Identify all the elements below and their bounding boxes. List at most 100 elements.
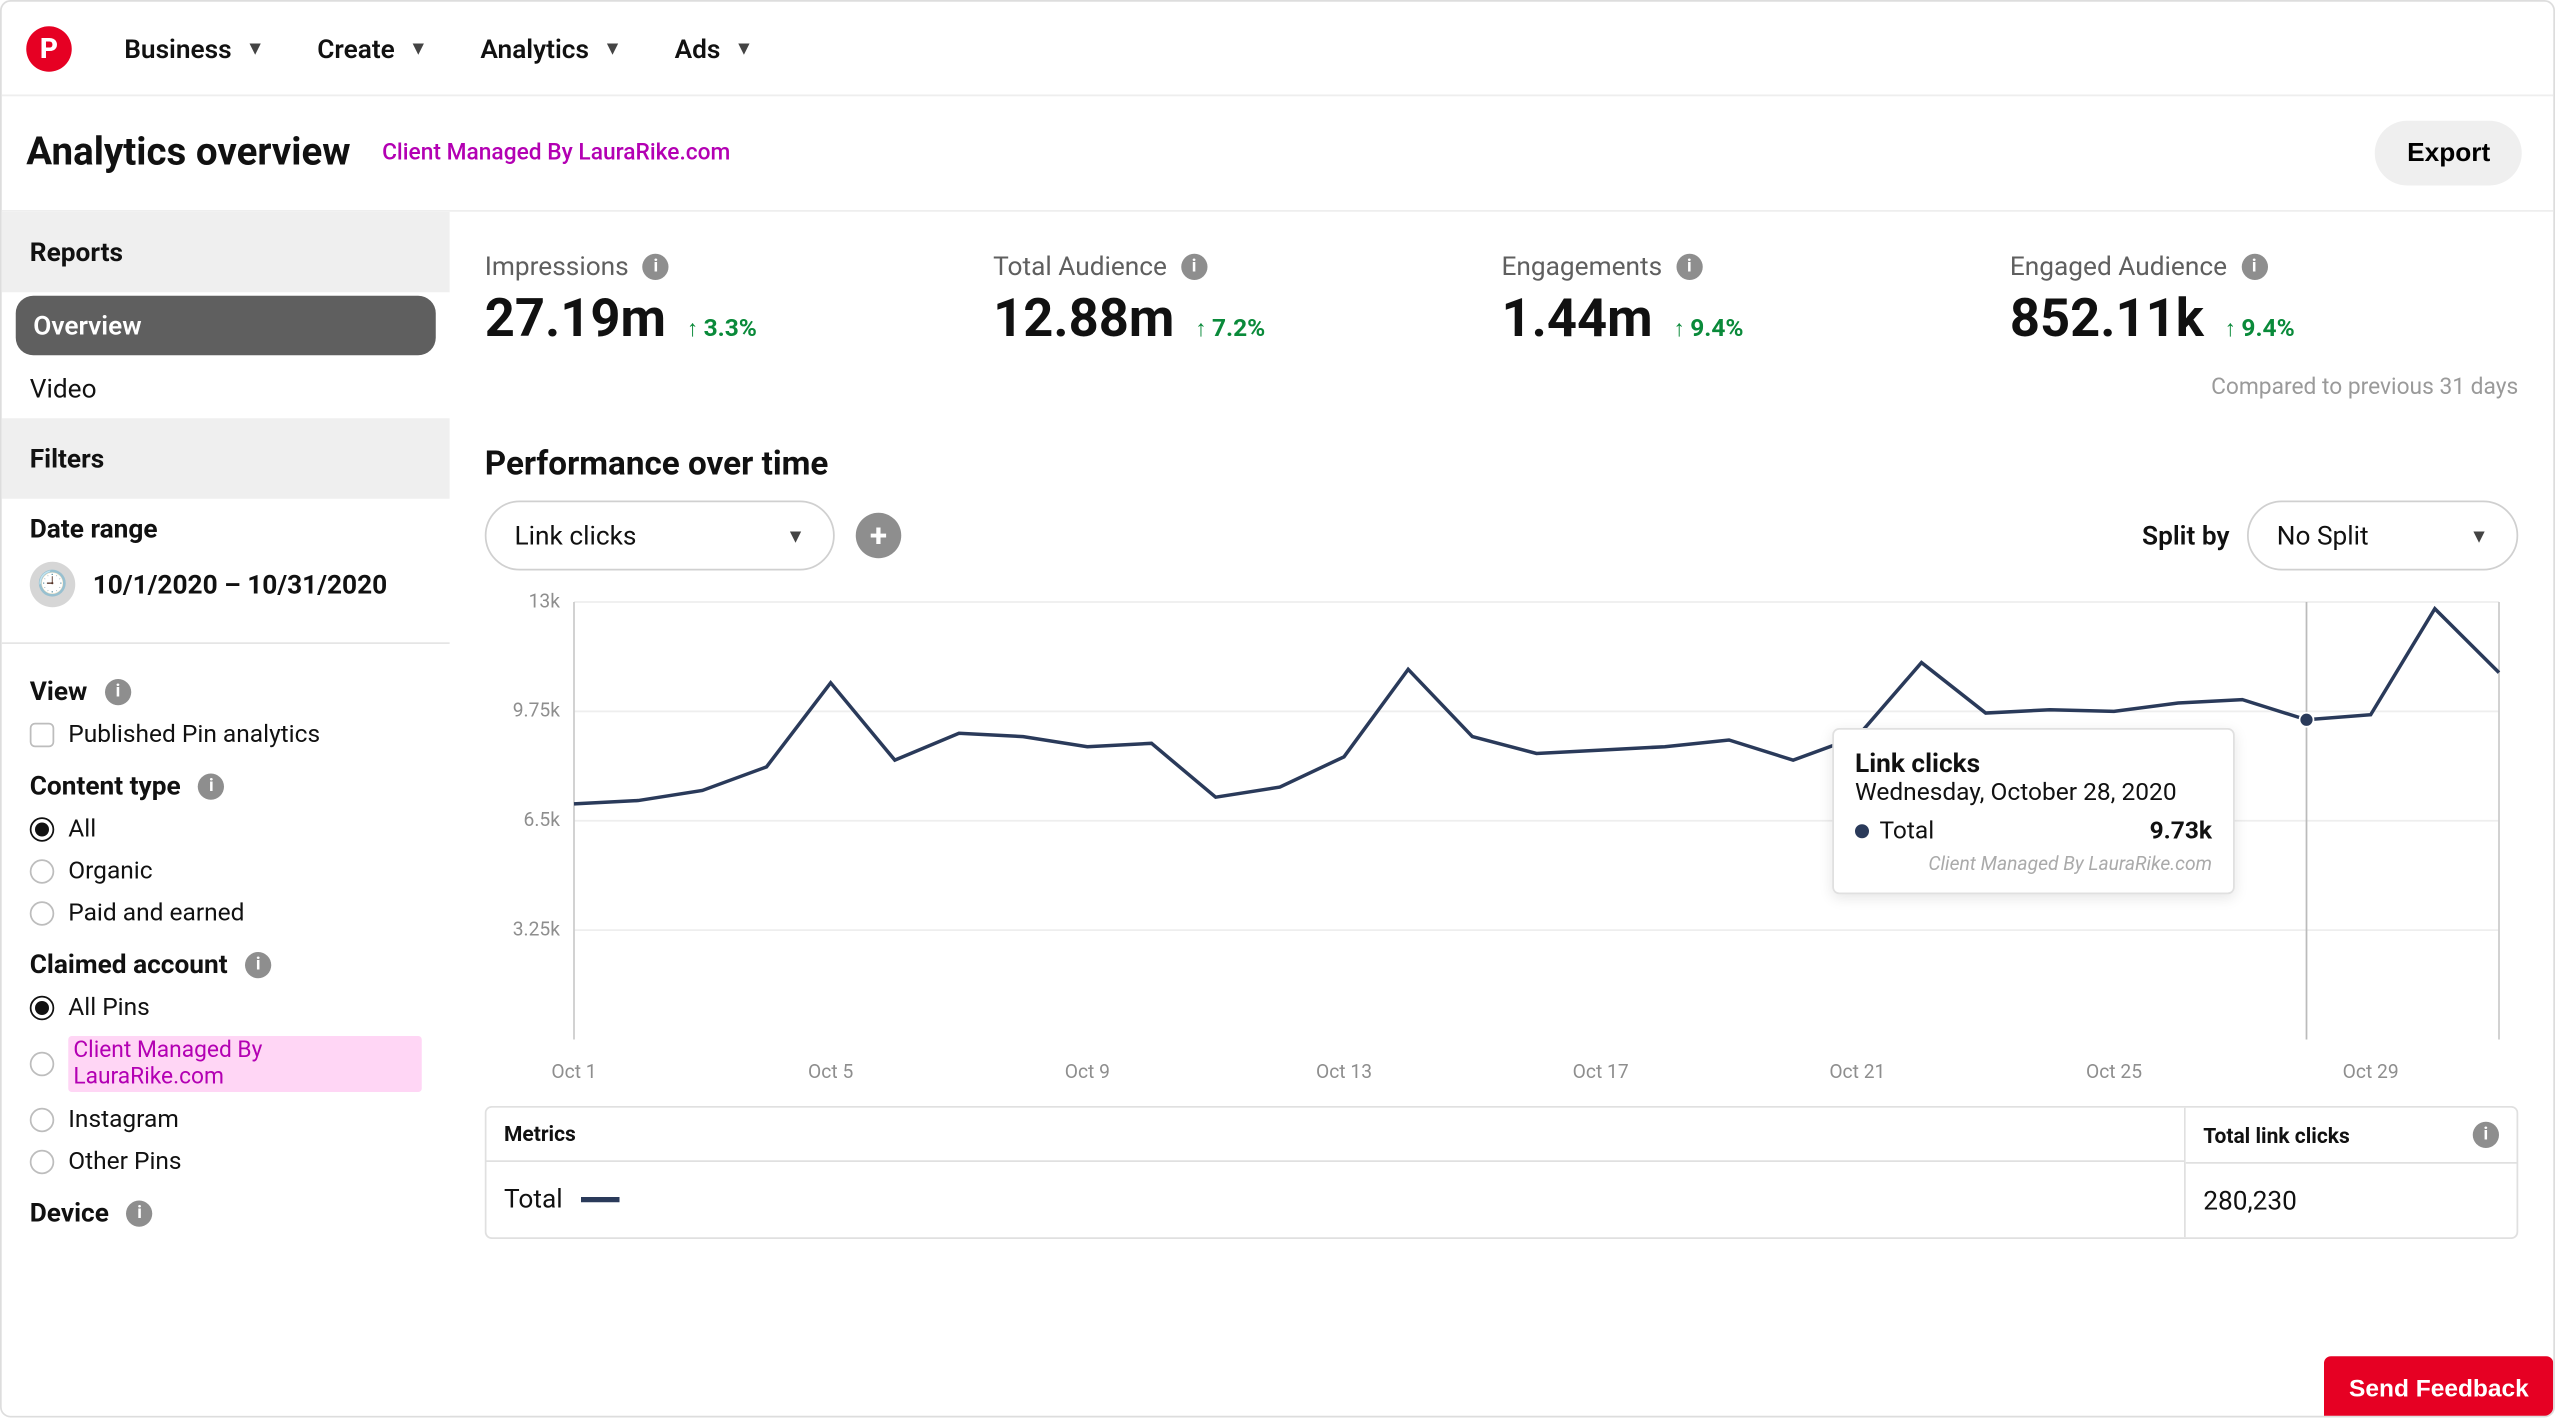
device-label: Device i	[2, 1183, 450, 1236]
clock-icon: 🕘	[30, 562, 76, 608]
metrics-row: Impressionsi 27.19m ↑3.3% Total Audience…	[450, 212, 2554, 371]
send-feedback-button[interactable]: Send Feedback	[2325, 1356, 2554, 1417]
nav-ads[interactable]: Ads ▼	[675, 32, 754, 64]
checkbox-published-pin[interactable]: Published Pin analytics	[2, 714, 450, 756]
chevron-down-icon: ▼	[246, 37, 265, 60]
svg-text:13k: 13k	[529, 589, 561, 612]
radio-icon	[30, 817, 55, 842]
date-range-value: 10/1/2020 – 10/31/2020	[93, 569, 387, 601]
metrics-table: Metrics Total Total link clicks i 280,23…	[485, 1106, 2519, 1239]
radio-icon	[30, 1150, 55, 1175]
sidebar-reports-header: Reports	[2, 212, 450, 293]
radio-content-all[interactable]: All	[2, 809, 450, 851]
metric-total-audience[interactable]: Total Audiencei 12.88m ↑7.2%	[993, 250, 1501, 350]
table-row: Total	[487, 1162, 2185, 1236]
radio-claimed-instagram[interactable]: Instagram	[2, 1099, 450, 1141]
info-icon[interactable]: i	[245, 951, 271, 977]
top-nav: P Business ▼ Create ▼ Analytics ▼ Ads ▼	[2, 2, 2554, 97]
table-head-total: Total link clicks i	[2186, 1108, 2517, 1164]
claimed-account-label: Claimed account i	[2, 935, 450, 988]
chevron-down-icon: ▼	[734, 37, 753, 60]
metric-value: 1.44m	[1502, 289, 1653, 350]
main-content: Impressionsi 27.19m ↑3.3% Total Audience…	[450, 212, 2554, 1418]
table-row-value: 280,230	[2186, 1164, 2517, 1238]
nav-business[interactable]: Business ▼	[124, 32, 264, 64]
info-icon[interactable]: i	[2241, 253, 2267, 279]
page-title: Analytics overview	[26, 131, 350, 175]
arrow-up-icon: ↑	[687, 315, 698, 343]
series-dot-icon	[1855, 824, 1869, 838]
svg-text:Oct 21: Oct 21	[1829, 1060, 1885, 1083]
chart-controls: Link clicks ▼ + Split by No Split ▼	[450, 501, 2554, 585]
svg-text:3.25k: 3.25k	[513, 917, 561, 940]
chevron-down-icon: ▼	[603, 37, 622, 60]
nav-ads-label: Ads	[675, 32, 721, 64]
info-icon[interactable]: i	[643, 253, 669, 279]
info-icon[interactable]: i	[126, 1200, 152, 1226]
radio-content-organic[interactable]: Organic	[2, 851, 450, 893]
svg-text:Oct 29: Oct 29	[2343, 1060, 2399, 1083]
chevron-down-icon: ▼	[786, 524, 805, 547]
chevron-down-icon: ▼	[409, 37, 428, 60]
nav-analytics-label: Analytics	[480, 32, 589, 64]
radio-icon	[30, 996, 55, 1021]
sidebar-item-video[interactable]: Video	[2, 359, 450, 419]
metric-value: 852.11k	[2010, 289, 2204, 350]
radio-icon	[30, 859, 55, 884]
radio-claimed-other[interactable]: Other Pins	[2, 1141, 450, 1183]
radio-icon	[30, 1108, 55, 1133]
svg-text:6.5k: 6.5k	[524, 808, 561, 831]
metric-engaged-audience[interactable]: Engaged Audiencei 852.11k ↑9.4%	[2010, 250, 2518, 350]
info-icon[interactable]: i	[2473, 1122, 2499, 1148]
legend-line-icon	[580, 1196, 619, 1201]
split-dropdown[interactable]: No Split ▼	[2247, 501, 2518, 571]
info-icon[interactable]: i	[105, 678, 131, 704]
performance-title: Performance over time	[450, 418, 2554, 500]
chart-container: 13k9.75k6.5k3.25kOct 1Oct 5Oct 9Oct 13Oc…	[485, 585, 2519, 1093]
nav-analytics[interactable]: Analytics ▼	[480, 32, 622, 64]
sidebar-filters-header: Filters	[2, 418, 450, 499]
checkbox-icon	[30, 723, 55, 748]
radio-icon	[30, 1052, 54, 1077]
arrow-up-icon: ↑	[1674, 315, 1685, 343]
splitby-label: Split by	[2142, 520, 2229, 552]
pinterest-logo-icon[interactable]: P	[26, 25, 72, 71]
compared-text: Compared to previous 31 days	[450, 371, 2554, 418]
sidebar-item-overview[interactable]: Overview	[16, 296, 436, 356]
nav-create[interactable]: Create ▼	[317, 32, 428, 64]
svg-text:9.75k: 9.75k	[513, 699, 561, 722]
info-icon[interactable]: i	[1181, 253, 1207, 279]
nav-business-label: Business	[124, 32, 231, 64]
svg-text:Oct 25: Oct 25	[2086, 1060, 2142, 1083]
date-range-label: Date range	[2, 499, 450, 552]
add-metric-button[interactable]: +	[856, 513, 902, 559]
tooltip-date: Wednesday, October 28, 2020	[1855, 779, 2212, 807]
radio-claimed-client[interactable]: Client Managed By LauraRike.com	[2, 1029, 450, 1099]
client-tag: Client Managed By LauraRike.com	[382, 140, 730, 166]
table-head-metrics: Metrics	[487, 1108, 2185, 1162]
checkbox-label: Published Pin analytics	[68, 721, 320, 749]
svg-text:Oct 5: Oct 5	[808, 1060, 853, 1083]
export-button[interactable]: Export	[2376, 121, 2522, 186]
tooltip-title: Link clicks	[1855, 747, 2212, 779]
tooltip-client: Client Managed By LauraRike.com	[1855, 852, 2212, 875]
date-range-picker[interactable]: 🕘 10/1/2020 – 10/31/2020	[2, 551, 450, 625]
metric-impressions[interactable]: Impressionsi 27.19m ↑3.3%	[485, 250, 993, 350]
sidebar: Reports Overview Video Filters Date rang…	[2, 212, 450, 1418]
view-label: View i	[2, 662, 450, 715]
content-type-label: Content type i	[2, 756, 450, 809]
radio-content-paid[interactable]: Paid and earned	[2, 893, 450, 935]
metric-value: 27.19m	[485, 289, 666, 350]
metric-dropdown[interactable]: Link clicks ▼	[485, 501, 835, 571]
chart-tooltip: Link clicks Wednesday, October 28, 2020 …	[1832, 728, 2235, 894]
header-bar: Analytics overview Client Managed By Lau…	[2, 96, 2554, 212]
info-icon[interactable]: i	[1676, 253, 1702, 279]
nav-create-label: Create	[317, 32, 395, 64]
chevron-down-icon: ▼	[2469, 524, 2488, 547]
metric-engagements[interactable]: Engagementsi 1.44m ↑9.4%	[1502, 250, 2010, 350]
radio-icon	[30, 901, 55, 926]
arrow-up-icon: ↑	[1195, 315, 1206, 343]
metric-value: 12.88m	[993, 289, 1174, 350]
info-icon[interactable]: i	[198, 773, 224, 799]
radio-claimed-all[interactable]: All Pins	[2, 987, 450, 1029]
